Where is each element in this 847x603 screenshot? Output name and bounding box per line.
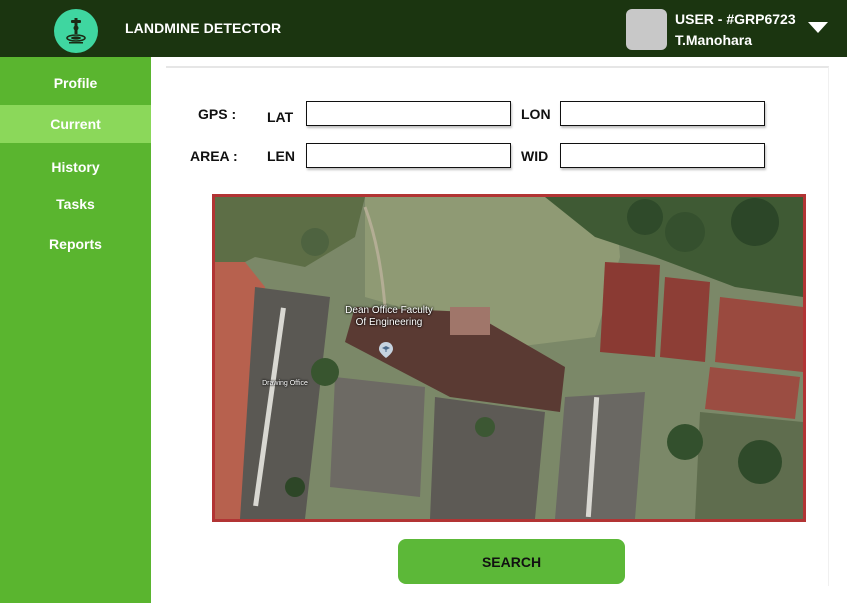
sidebar-item-profile[interactable]: Profile [0,73,151,93]
lon-label: LON [521,106,551,122]
map-place-label: Dean Office Faculty Of Engineering [330,305,448,329]
satellite-imagery [215,197,803,519]
app-title: LANDMINE DETECTOR [125,20,282,36]
user-name: T.Manohara [675,32,753,48]
len-input[interactable] [306,143,511,168]
top-bar: LANDMINE DETECTOR USER - #GRP6723 T.Mano… [0,0,847,57]
sidebar-item-reports[interactable]: Reports [0,234,151,254]
sidebar-item-history[interactable]: History [0,157,151,177]
lon-input[interactable] [560,101,765,126]
map-place-label-line1: Dean Office Faculty [345,305,433,316]
map-secondary-label: Drawing Office [262,380,308,387]
wid-input[interactable] [560,143,765,168]
sidebar-item-tasks[interactable]: Tasks [0,194,151,214]
app-root: LANDMINE DETECTOR USER - #GRP6723 T.Mano… [0,0,847,603]
wid-label: WID [521,148,549,164]
sidebar: Profile Current History Tasks Reports [0,57,151,603]
lat-label: LAT [267,109,294,125]
search-button[interactable]: SEARCH [398,539,625,584]
chevron-down-icon[interactable] [808,22,828,33]
landmine-detector-icon[interactable] [54,9,98,53]
lat-input[interactable] [306,101,511,126]
avatar[interactable] [626,9,667,50]
sidebar-item-current[interactable]: Current [0,105,151,143]
area-label: AREA : [190,148,238,164]
school-pin-icon[interactable] [379,342,393,358]
gps-label: GPS : [198,106,237,122]
map-place-label-line2: Of Engineering [355,317,423,328]
satellite-map[interactable] [212,194,806,522]
user-id: USER - #GRP6723 [675,11,796,27]
len-label: LEN [267,148,295,164]
